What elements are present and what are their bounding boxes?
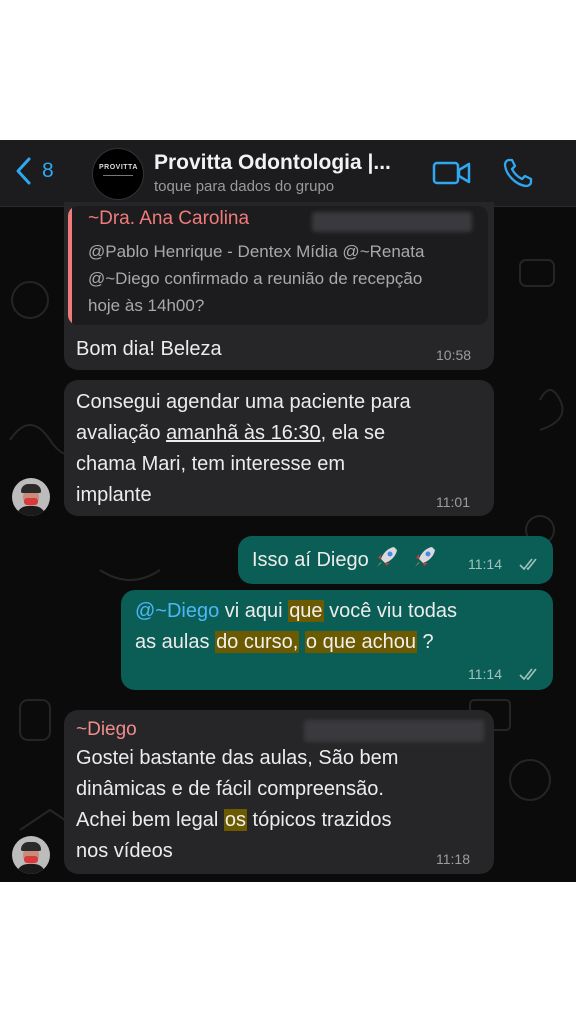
mention-link[interactable]: @~Diego: [135, 600, 219, 622]
date-link[interactable]: amanhã às 16:30: [166, 422, 321, 444]
sender-avatar[interactable]: [12, 478, 50, 516]
search-highlight: que: [288, 600, 324, 622]
text-span: vi aqui: [219, 600, 289, 622]
message-time: 11:18: [436, 851, 470, 867]
message-line: Consegui agendar uma paciente para: [76, 391, 411, 413]
message-line: implante: [76, 484, 152, 506]
back-chevron-icon: [16, 157, 31, 185]
avatar-body: [16, 506, 46, 516]
message-line: @~Diego vi aqui que você viu todas: [135, 596, 545, 627]
sender-avatar[interactable]: [12, 836, 50, 874]
quote-line-1: @Pablo Henrique - Dentex Mídia @~Renata: [88, 242, 425, 261]
avatar-cap: [21, 484, 41, 493]
message-bubble-outgoing[interactable]: Isso aí Diego 11:14: [238, 536, 553, 584]
message-line: chama Mari, tem interesse em: [76, 453, 345, 475]
group-title[interactable]: Provitta Odontologia |...: [154, 151, 391, 175]
quoted-message[interactable]: ~Dra. Ana Carolina @Pablo Henrique - Den…: [68, 206, 488, 325]
phone-call-icon[interactable]: [502, 157, 534, 189]
text-span: Isso aí Diego: [252, 549, 369, 571]
message-line: as aulas do curso, o que achou ?: [135, 627, 545, 658]
video-call-icon[interactable]: [432, 158, 472, 188]
message-time: 10:58: [436, 347, 472, 363]
quote-line-3: hoje às 14h00?: [88, 296, 205, 315]
text-span: ?: [417, 631, 434, 653]
back-button[interactable]: 8: [14, 156, 54, 186]
avatar-mask: [24, 498, 38, 505]
message-bubble-incoming[interactable]: Consegui agendar uma paciente para avali…: [64, 380, 494, 516]
text-span: Achei bem legal: [76, 809, 224, 831]
redacted-phone: [304, 720, 484, 742]
text-span: você viu todas: [323, 600, 457, 622]
message-text: Consegui agendar uma paciente para avali…: [76, 387, 486, 511]
text-span: as aulas: [135, 631, 216, 653]
avatar-cap: [21, 842, 41, 851]
chat-header: 8 PROVITTA Provitta Odontologia |... toq…: [0, 140, 576, 207]
quote-bar: [68, 206, 72, 325]
read-ticks-icon: [519, 668, 537, 681]
message-time: 11:14: [468, 666, 502, 682]
message-text: Gostei bastante das aulas, São bem dinâm…: [76, 743, 486, 867]
search-highlight: o que achou: [304, 631, 417, 653]
message-bubble-outgoing[interactable]: @~Diego vi aqui que você viu todas as au…: [121, 590, 553, 690]
search-highlight: do curso,: [215, 631, 300, 653]
chat-screen: 8 PROVITTA Provitta Odontologia |... toq…: [0, 140, 576, 882]
avatar-mask: [24, 856, 38, 863]
rocket-emoji: [377, 547, 398, 567]
message-bubble-incoming[interactable]: ~Dra. Ana Carolina @Pablo Henrique - Den…: [64, 202, 494, 370]
message-time: 11:01: [436, 494, 470, 510]
redacted-phone: [312, 212, 472, 232]
group-subtitle[interactable]: toque para dados do grupo: [154, 178, 334, 195]
message-time: 11:14: [468, 556, 502, 572]
group-avatar[interactable]: PROVITTA: [92, 148, 144, 200]
message-bubble-incoming[interactable]: ~Diego Gostei bastante das aulas, São be…: [64, 710, 494, 874]
group-avatar-logo: PROVITTA: [99, 164, 138, 171]
group-avatar-line: [103, 175, 133, 176]
sender-name[interactable]: ~Diego: [76, 719, 137, 741]
search-highlight: os: [223, 809, 247, 831]
text-span: tópicos trazidos: [247, 809, 392, 831]
message-text: Bom dia! Beleza: [76, 338, 222, 360]
text-span: , ela se: [320, 422, 386, 444]
text-span: avaliação: [76, 422, 167, 444]
message-line: avaliação amanhã às 16:30, ela se: [76, 418, 486, 449]
message-line: nos vídeos: [76, 840, 173, 862]
read-ticks-icon: [519, 558, 537, 571]
message-text: @~Diego vi aqui que você viu todas as au…: [135, 596, 545, 658]
message-text: Isso aí Diego: [252, 544, 438, 576]
quote-line-2: @~Diego confirmado a reunião de recepção: [88, 269, 423, 288]
quote-text: @Pablo Henrique - Dentex Mídia @~Renata …: [88, 238, 488, 319]
message-line: Gostei bastante das aulas, São bem: [76, 747, 399, 769]
rocket-emoji: [414, 547, 435, 567]
message-line: dinâmicas e de fácil compreensão.: [76, 778, 384, 800]
message-line: Achei bem legal os tópicos trazidos: [76, 805, 486, 836]
avatar-body: [16, 864, 46, 874]
quote-sender: ~Dra. Ana Carolina: [88, 208, 250, 229]
unread-count: 8: [42, 159, 54, 182]
